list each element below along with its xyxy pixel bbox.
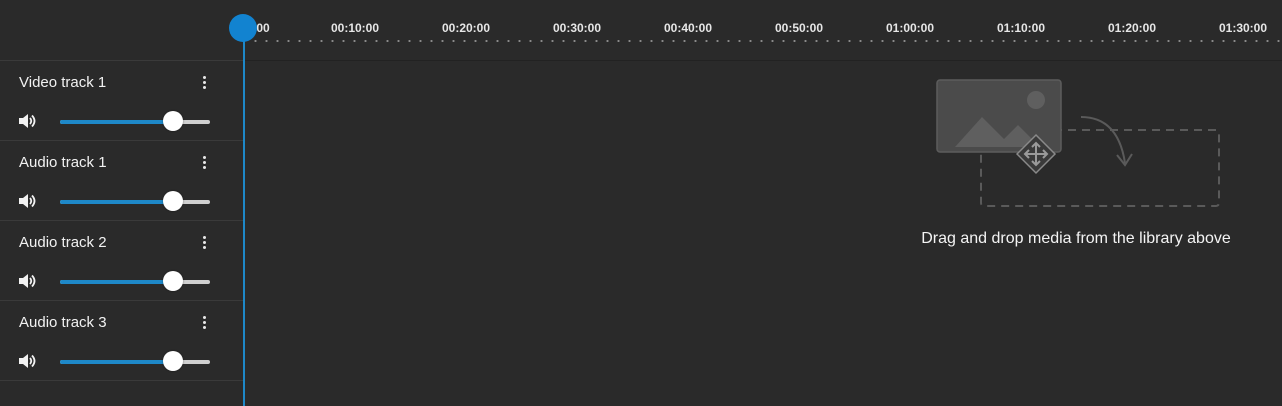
volume-slider[interactable]	[60, 111, 210, 131]
volume-slider[interactable]	[60, 191, 210, 211]
kebab-menu-icon[interactable]	[198, 234, 210, 252]
volume-icon[interactable]	[17, 271, 39, 291]
track-list: Video track 1 Audio track 1 Audio track …	[0, 60, 243, 406]
drag-media-illustration-icon	[936, 79, 1220, 207]
track-name: Audio track 2	[19, 234, 107, 251]
ruler-tick-label: 00	[256, 21, 270, 35]
track-name: Video track 1	[19, 74, 107, 91]
ruler-tick-label: 00:50:00	[774, 21, 824, 35]
kebab-menu-icon[interactable]	[198, 74, 210, 92]
ruler-tick-label: 00:10:00	[330, 21, 380, 35]
ruler-tick-label: 00:20:00	[441, 21, 491, 35]
volume-slider-thumb[interactable]	[162, 111, 183, 131]
volume-slider-thumb[interactable]	[162, 351, 183, 371]
volume-icon[interactable]	[17, 191, 39, 211]
ruler-tick-label: 01:10:00	[996, 21, 1046, 35]
empty-state-message: Drag and drop media from the library abo…	[921, 230, 1231, 247]
playhead-line	[243, 28, 245, 406]
ruler-tick-label: 01:30:00	[1218, 21, 1268, 35]
ruler-tick-label: 01:00:00	[885, 21, 935, 35]
volume-slider-fill	[60, 360, 173, 364]
ruler-tick-label: 00:40:00	[663, 21, 713, 35]
volume-slider[interactable]	[60, 271, 210, 291]
empty-state: Drag and drop media from the library abo…	[900, 75, 1252, 255]
track-row: Video track 1	[0, 60, 243, 141]
volume-slider-thumb[interactable]	[162, 191, 183, 211]
kebab-menu-icon[interactable]	[198, 314, 210, 332]
track-row: Audio track 2	[0, 221, 243, 301]
track-row: Audio track 3	[0, 301, 243, 381]
volume-slider-fill	[60, 200, 173, 204]
volume-icon[interactable]	[17, 111, 39, 131]
track-name: Audio track 1	[19, 154, 107, 171]
volume-icon[interactable]	[17, 351, 39, 371]
track-name: Audio track 3	[19, 314, 107, 331]
volume-slider[interactable]	[60, 351, 210, 371]
ruler-ticks	[250, 40, 1282, 42]
track-row: Audio track 1	[0, 141, 243, 221]
playhead-icon[interactable]	[229, 14, 257, 42]
ruler-tick-label: 00:30:00	[552, 21, 602, 35]
volume-slider-thumb[interactable]	[162, 271, 183, 291]
timeline-ruler[interactable]: 00 00:10:00 00:20:00 00:30:00 00:40:00 0…	[0, 0, 1282, 61]
volume-slider-fill	[60, 120, 173, 124]
ruler-tick-label: 01:20:00	[1107, 21, 1157, 35]
volume-slider-fill	[60, 280, 173, 284]
ruler-corner	[0, 0, 243, 61]
kebab-menu-icon[interactable]	[198, 154, 210, 172]
